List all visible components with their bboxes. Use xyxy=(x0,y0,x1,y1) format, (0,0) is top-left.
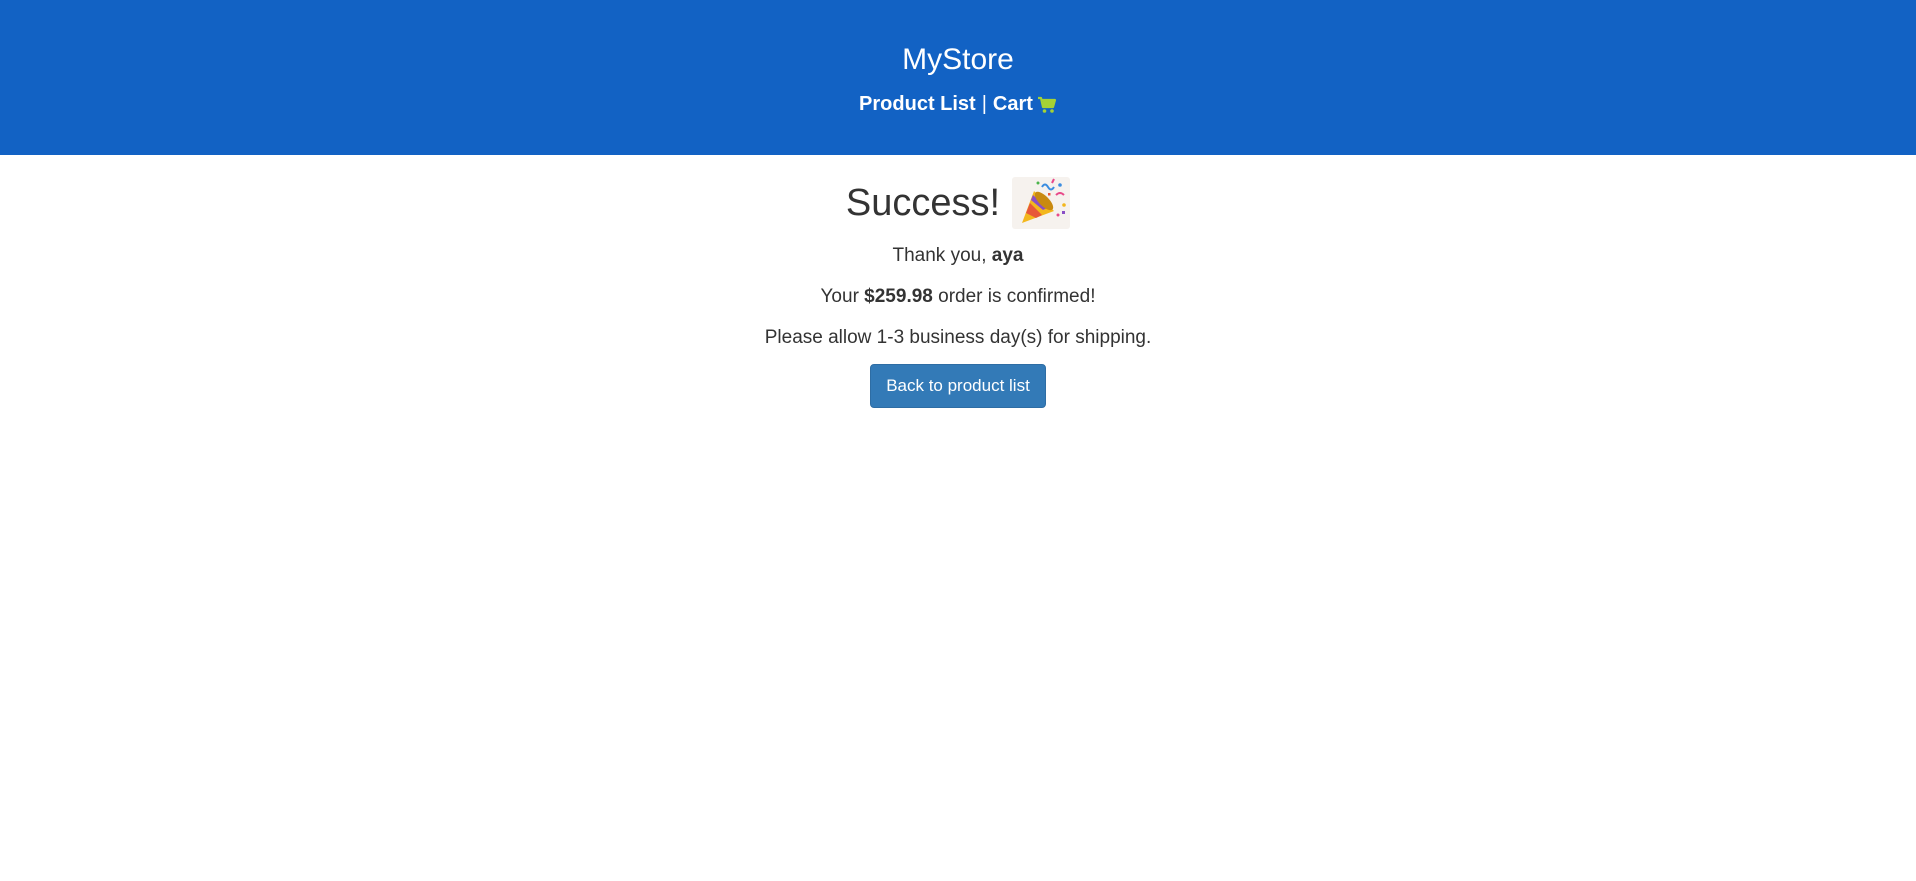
order-amount: $259.98 xyxy=(864,286,933,307)
success-title: Success! xyxy=(845,182,1001,224)
confirmation-content: Success! Thank you, aya Your $259.98 ord… xyxy=(0,155,1916,408)
nav-cart-label: Cart xyxy=(992,93,1033,115)
back-to-product-list-button[interactable]: Back to product list xyxy=(870,364,1046,408)
nav-product-list-link[interactable]: Product List xyxy=(859,91,976,117)
order-confirmation-message: Your $259.98 order is confirmed! xyxy=(0,286,1916,308)
title-row: Success! xyxy=(845,177,1071,229)
order-suffix: order is confirmed! xyxy=(932,286,1096,307)
brand-title: MyStore xyxy=(902,43,1014,76)
thank-you-message: Thank you, aya xyxy=(0,245,1916,267)
site-header: MyStore Product List | Cart xyxy=(0,0,1916,155)
nav-cart-link[interactable]: Cart xyxy=(993,91,1057,117)
order-prefix: Your xyxy=(820,286,865,307)
thank-prefix: Thank you, xyxy=(892,245,992,266)
nav-separator: | xyxy=(981,93,987,115)
user-name: aya xyxy=(991,245,1024,266)
party-popper-icon xyxy=(1012,177,1071,229)
shipping-message: Please allow 1-3 business day(s) for shi… xyxy=(764,327,1152,348)
cart-icon xyxy=(1037,95,1057,113)
main-nav: Product List | Cart xyxy=(859,91,1057,117)
